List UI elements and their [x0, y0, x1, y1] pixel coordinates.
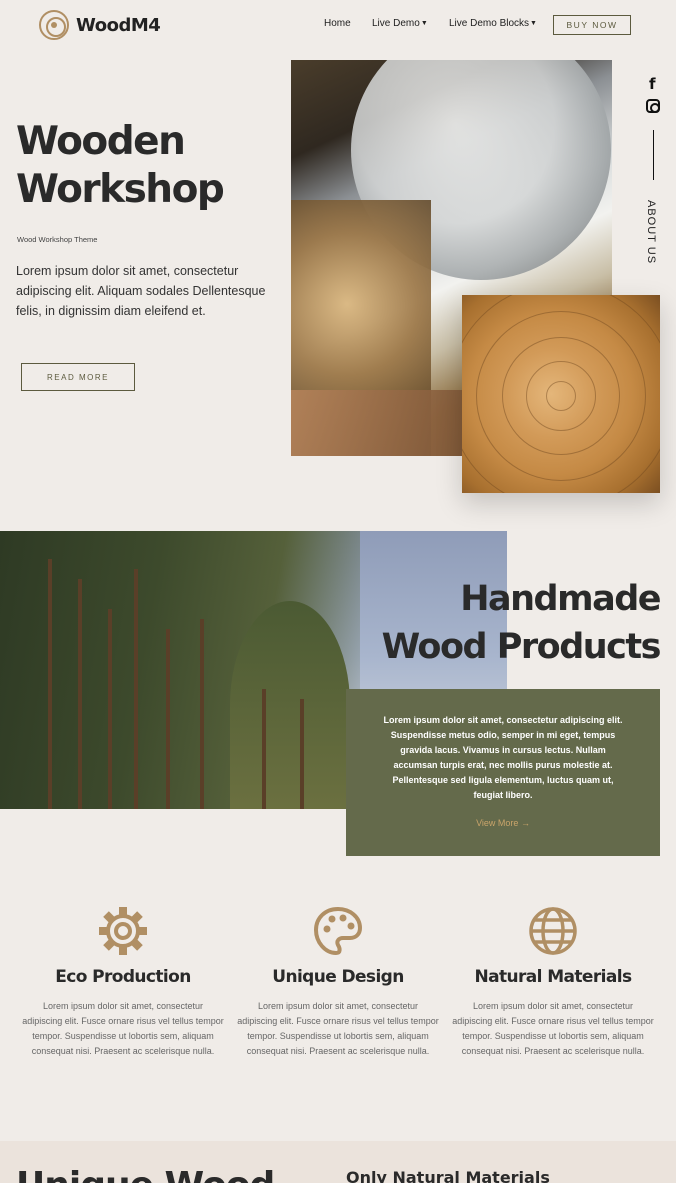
trunk-shape	[262, 689, 266, 809]
feature-text: Lorem ipsum dolor sit amet, consectetur …	[22, 1001, 224, 1056]
view-more-label: View More	[476, 818, 519, 828]
logo-mark-icon	[39, 10, 69, 40]
info-card-text: Lorem ipsum dolor sit amet, consectetur …	[383, 715, 623, 800]
hero-title-line2: Workshop	[16, 167, 225, 212]
logo-text: WoodM4	[76, 14, 161, 36]
hero-subtitle: Wood Workshop Theme	[17, 235, 98, 244]
feature-text: Lorem ipsum dolor sit amet, consectetur …	[452, 1001, 654, 1056]
info-card: Lorem ipsum dolor sit amet, consectetur …	[346, 689, 660, 856]
feature-unique-design: Unique Design Lorem ipsum dolor sit amet…	[233, 905, 443, 1059]
nav-live-demo-label: Live Demo	[372, 18, 420, 29]
nav-item-live-demo-blocks[interactable]: Live Demo Blocks ▼	[449, 18, 537, 29]
facebook-icon[interactable]: f	[649, 75, 656, 93]
next-section-title: Unique Wood	[16, 1165, 275, 1183]
nav-home-label: Home	[324, 18, 351, 29]
side-divider	[653, 130, 654, 180]
next-section-subtitle: Only Natural Materials	[346, 1168, 550, 1183]
nav-item-home[interactable]: Home	[324, 18, 351, 29]
section-title-line2: Wood Products	[381, 627, 662, 667]
buy-now-button[interactable]: BUY NOW	[553, 15, 631, 35]
top-navbar: WoodM4 Home Live Demo ▼ Live Demo Blocks ▼…	[0, 0, 676, 50]
feature-title: Natural Materials	[474, 967, 632, 987]
trunk-shape	[134, 569, 138, 809]
trunk-shape	[166, 629, 170, 809]
trunk-shape	[78, 579, 82, 809]
globe-icon	[529, 907, 577, 955]
feature-eco-production: Eco Production Lorem ipsum dolor sit ame…	[18, 905, 228, 1059]
feature-natural-materials: Natural Materials Lorem ipsum dolor sit …	[448, 905, 658, 1059]
read-more-button[interactable]: READ MORE	[21, 363, 135, 391]
wood-rings-image	[462, 295, 660, 493]
instagram-icon[interactable]	[646, 99, 660, 113]
trunk-shape	[300, 699, 304, 809]
hero-title-line1: Wooden	[16, 119, 186, 164]
logo[interactable]: WoodM4	[39, 10, 161, 40]
section-title: Handmade Wood Products	[381, 575, 662, 671]
trunk-shape	[200, 619, 204, 809]
feature-title: Unique Design	[272, 967, 404, 987]
feature-title: Eco Production	[55, 967, 191, 987]
hand-shape	[291, 390, 491, 456]
arrow-right-icon: →	[520, 818, 530, 828]
trees-shape	[230, 601, 350, 809]
palette-icon	[313, 906, 363, 956]
trunk-shape	[108, 609, 112, 809]
ring-shape	[462, 295, 660, 493]
feature-text: Lorem ipsum dolor sit amet, consectetur …	[237, 1001, 439, 1056]
caret-down-icon: ▼	[530, 20, 537, 27]
hero-title: Wooden Workshop	[16, 118, 225, 214]
hero-text: Lorem ipsum dolor sit amet, consectetur …	[16, 264, 266, 318]
gear-icon	[99, 907, 147, 955]
caret-down-icon: ▼	[420, 20, 428, 27]
next-section: Unique Wood Only Natural Materials	[0, 1141, 676, 1183]
view-more-link[interactable]: View More →	[346, 818, 660, 828]
about-us-link[interactable]: ABOUT US	[645, 200, 657, 264]
trunk-shape	[48, 559, 52, 809]
nav-live-demo-blocks-label: Live Demo Blocks	[449, 18, 530, 29]
section-title-line1: Handmade	[460, 579, 661, 619]
nav-item-live-demo[interactable]: Live Demo ▼	[372, 18, 428, 29]
